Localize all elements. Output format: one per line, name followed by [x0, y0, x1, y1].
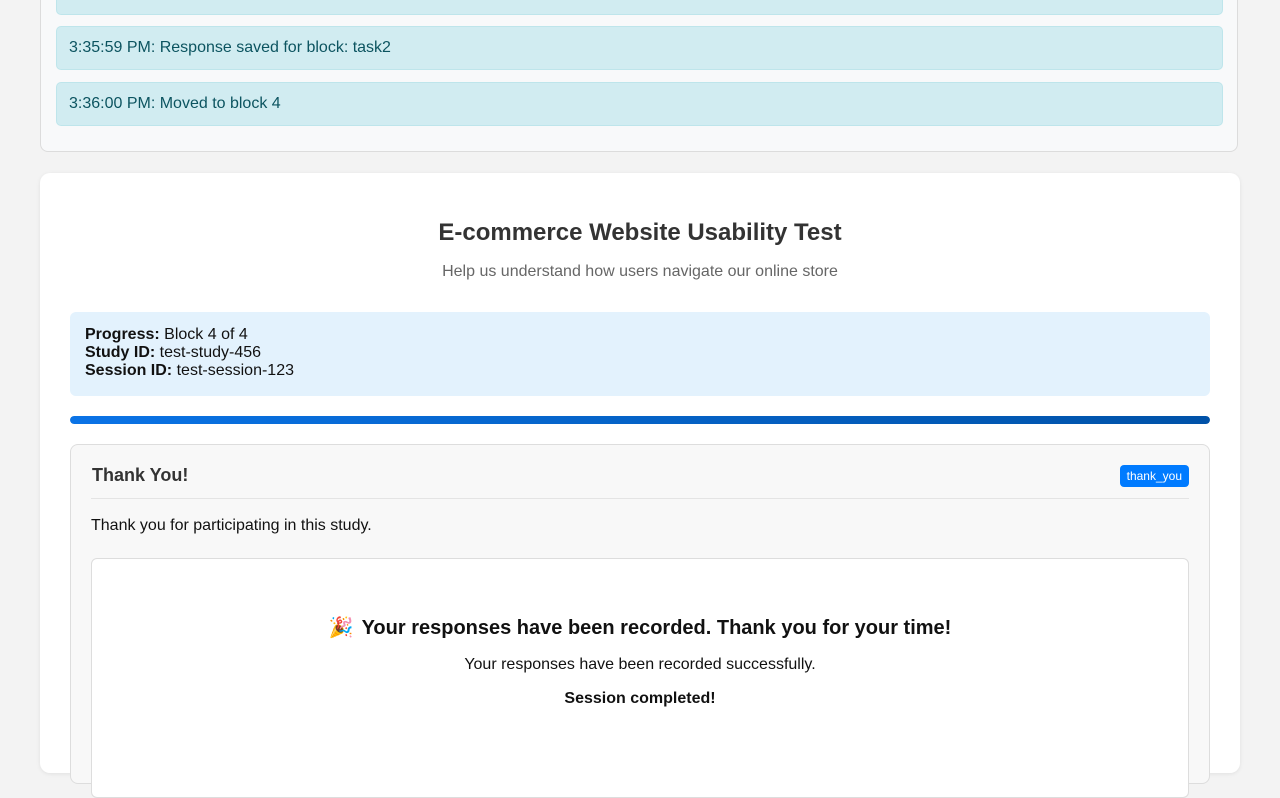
progress-row: Progress: Block 4 of 4	[85, 326, 1195, 344]
party-popper-icon: 🎉	[328, 617, 354, 639]
block-container: Thank You! thank_you Thank you for parti…	[70, 444, 1210, 798]
log-entry	[56, 0, 1223, 15]
log-entry: 3:35:59 PM: Response saved for block: ta…	[56, 26, 1223, 70]
study-id-row: Study ID: test-study-456	[85, 344, 1195, 362]
progress-bar	[70, 416, 1210, 424]
study-info-box: Progress: Block 4 of 4 Study ID: test-st…	[70, 312, 1210, 396]
session-status: Session completed!	[564, 690, 716, 707]
completion-message: Your responses have been recorded succes…	[464, 656, 816, 673]
log-entry: 3:36:00 PM: Moved to block 4	[56, 82, 1223, 126]
progress-bar-fill	[70, 416, 1210, 424]
session-id-row: Session ID: test-session-123	[85, 362, 1195, 380]
completion-heading: 🎉 Your responses have been recorded. Than…	[92, 615, 1188, 640]
completion-heading-text: Your responses have been recorded. Thank…	[361, 617, 952, 639]
study-card: E-commerce Website Usability Test Help u…	[40, 173, 1240, 798]
session-id-value: test-session-123	[176, 362, 294, 379]
progress-label: Progress:	[85, 326, 160, 343]
study-id-label: Study ID:	[85, 344, 156, 361]
session-id-label: Session ID:	[85, 362, 173, 379]
page-subtitle: Help us understand how users navigate ou…	[442, 263, 838, 280]
block-type-badge: thank_you	[1119, 465, 1189, 487]
block-description: Thank you for participating in this stud…	[91, 517, 372, 534]
progress-value: Block 4 of 4	[164, 326, 248, 343]
study-id-value: test-study-456	[159, 344, 262, 361]
block-title: Thank You!	[92, 465, 189, 485]
block-header: Thank You! thank_you	[91, 445, 1189, 499]
event-log-panel: 3:35:59 PM: Response saved for block: ta…	[40, 0, 1238, 152]
completion-panel: 🎉 Your responses have been recorded. Than…	[91, 558, 1189, 798]
page-title: E-commerce Website Usability Test	[438, 219, 842, 246]
